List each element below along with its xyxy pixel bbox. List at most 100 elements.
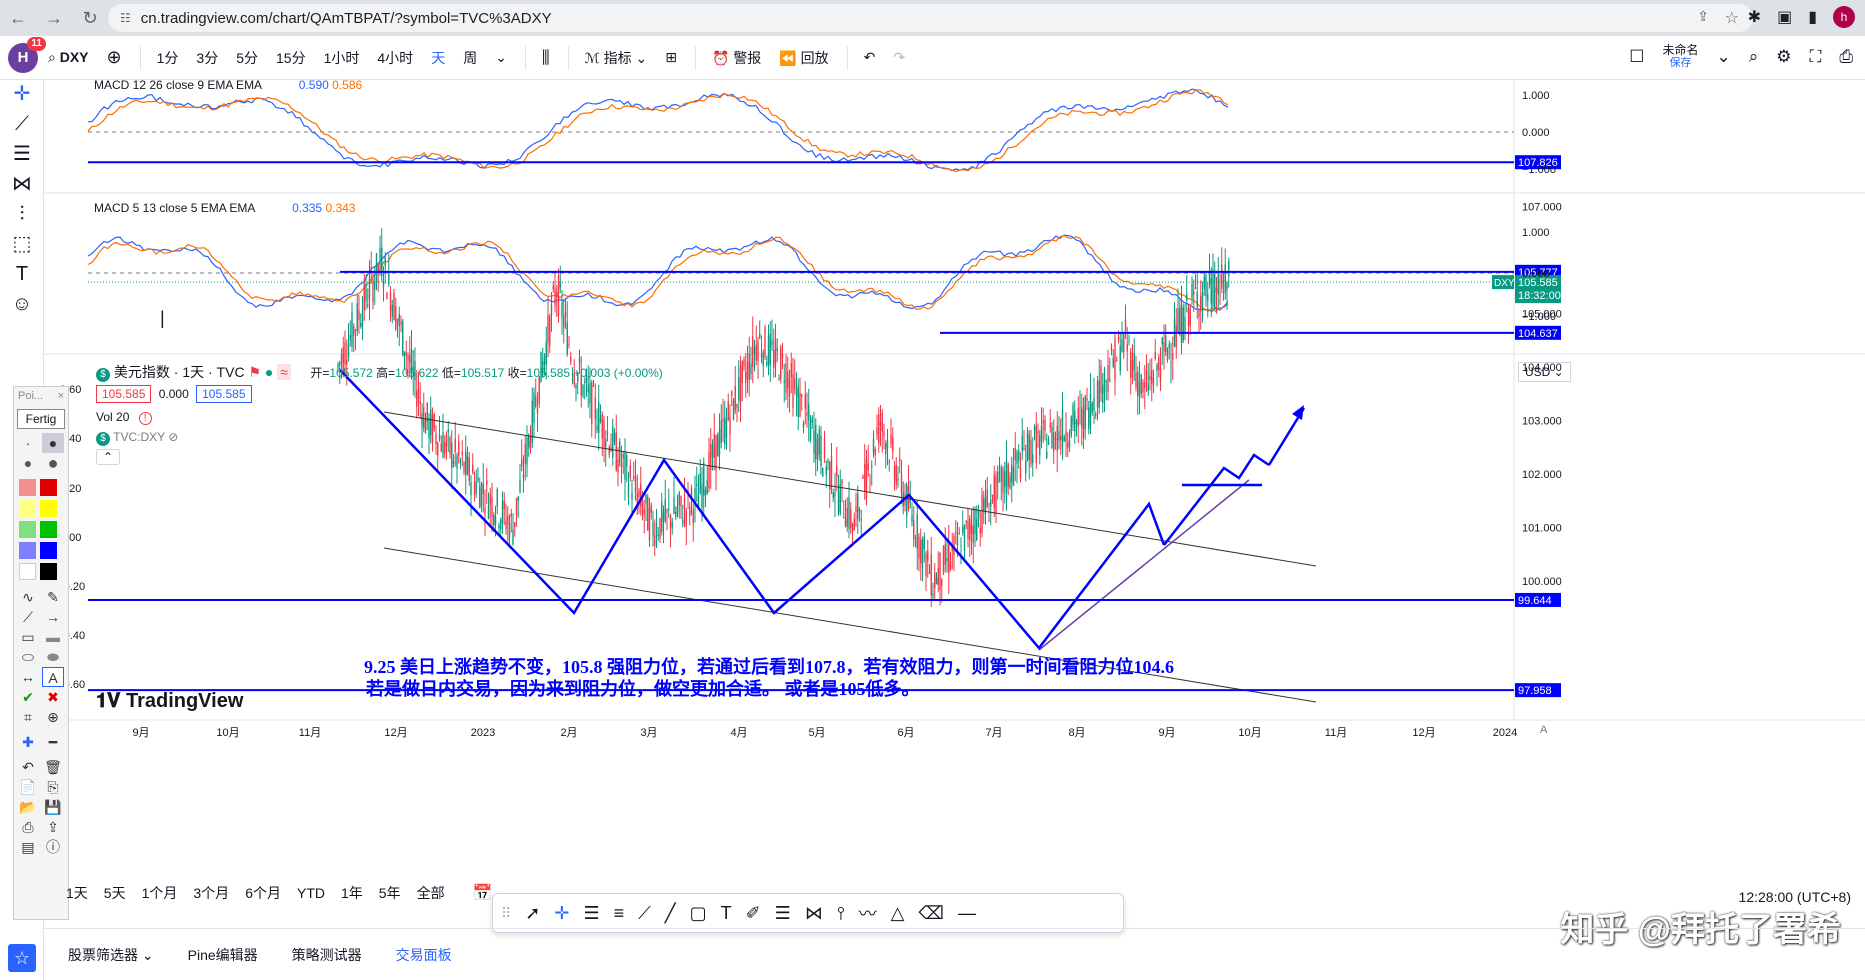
prediction-icon[interactable]: ⫶ xyxy=(8,200,36,228)
brush-icon[interactable]: ✐ xyxy=(746,903,761,924)
rect-icon[interactable]: ▢ xyxy=(690,903,707,924)
pattern-icon[interactable]: ⋈ xyxy=(8,170,36,198)
print-icon[interactable]: ⎙ xyxy=(17,817,39,837)
fib-icon[interactable]: ☰ xyxy=(8,140,36,168)
chart-svg[interactable]: 107.826105.777104.63799.64497.958DXY 105.… xyxy=(44,80,1865,840)
interval-3m[interactable]: 3分 xyxy=(196,48,218,68)
range-5y[interactable]: 5年 xyxy=(379,883,401,903)
text-icon[interactable]: T xyxy=(8,260,36,288)
panel-close-icon[interactable]: × xyxy=(58,390,64,402)
fib-icon[interactable]: ☰ xyxy=(775,903,791,924)
color-swatch-white[interactable] xyxy=(19,563,36,580)
tab-trading-panel[interactable]: 交易面板 xyxy=(396,945,452,965)
hlines-icon[interactable]: ☰ xyxy=(583,903,599,924)
eraser-icon[interactable]: ⌫ xyxy=(919,903,944,924)
trendline-icon[interactable]: ⟋ xyxy=(8,110,36,138)
crop-icon[interactable]: ⌗ xyxy=(17,707,39,727)
pen-icon[interactable]: ✎ xyxy=(42,587,64,607)
warning-icon[interactable]: ! xyxy=(138,412,152,425)
interval-1w[interactable]: 周 xyxy=(463,48,477,68)
dot-small-icon[interactable]: · xyxy=(17,433,39,453)
reload-icon[interactable]: ↻ xyxy=(72,8,108,29)
export-icon[interactable]: ⇪ xyxy=(42,817,64,837)
tab-pine-editor[interactable]: Pine编辑器 xyxy=(188,945,258,965)
layout-toggle-icon[interactable]: ☐ xyxy=(1629,47,1644,67)
cursor-arrow-icon[interactable]: ➚ xyxy=(525,903,540,924)
indicators-button[interactable]: ℳ 指标 ⌄ xyxy=(585,48,648,68)
candle-type-icon[interactable]: ⫼ xyxy=(542,48,550,68)
layout-name-button[interactable]: 未命名 保存 xyxy=(1662,44,1698,70)
dot-xlarge-icon[interactable]: ● xyxy=(42,453,64,473)
color-swatch-lightblue[interactable] xyxy=(19,542,36,559)
tradingview-logo[interactable]: 𝟏𝐕 TradingView xyxy=(96,690,243,713)
double-arrow-icon[interactable]: ↔ xyxy=(17,667,39,687)
copy-icon[interactable]: ⎘ xyxy=(42,777,64,797)
range-all[interactable]: 全部 xyxy=(417,883,445,903)
plus-icon[interactable]: ✚ xyxy=(17,732,39,752)
emoji-icon[interactable]: ☺ xyxy=(8,290,36,318)
save-icon[interactable]: 💾 xyxy=(42,797,64,817)
quick-search-icon[interactable]: ⌕ xyxy=(1749,47,1759,67)
bookmark-icon[interactable]: ▮ xyxy=(1808,7,1817,27)
forward-icon[interactable]: → xyxy=(36,8,72,29)
color-swatch-lightgreen[interactable] xyxy=(19,521,36,538)
redo-icon[interactable]: ↷ xyxy=(893,49,905,66)
ellipse-icon[interactable]: ⬭ xyxy=(17,647,39,667)
alerts-button[interactable]: ⏰ 警报 xyxy=(712,48,761,68)
goto-date-icon[interactable]: 📅 xyxy=(473,883,493,903)
color-swatch-blue[interactable] xyxy=(40,542,57,559)
interval-1d[interactable]: 天 xyxy=(431,48,445,68)
color-swatch-lightyellow[interactable] xyxy=(19,500,36,517)
image-icon[interactable]: ▤ xyxy=(17,837,39,857)
long-position-icon[interactable]: ⫯ xyxy=(837,903,845,924)
eye-hidden-icon[interactable]: ⊘ xyxy=(168,430,178,444)
range-1y[interactable]: 1年 xyxy=(341,883,363,903)
undo-icon[interactable]: ↶ xyxy=(864,49,876,66)
color-swatch-green[interactable] xyxy=(40,521,57,538)
zoom-in-icon[interactable]: ⊕ xyxy=(42,707,64,727)
interval-4h[interactable]: 4小时 xyxy=(377,48,413,68)
range-6m[interactable]: 6个月 xyxy=(245,883,281,903)
cross-icon[interactable]: ✖ xyxy=(42,687,64,707)
color-swatch-black[interactable] xyxy=(40,563,57,580)
currency-selector[interactable]: USD ⌄ xyxy=(1518,362,1571,382)
sidebar-icon[interactable]: ▣ xyxy=(1777,7,1792,27)
share-icon[interactable]: ⇪ xyxy=(1697,8,1709,25)
minus-line-icon[interactable]: — xyxy=(958,903,976,924)
info-icon[interactable]: ⓘ xyxy=(42,837,64,857)
watchlist-star-icon[interactable]: ☆ xyxy=(8,944,36,972)
line-icon[interactable]: ⟋ xyxy=(17,607,39,627)
layout-grid-icon[interactable]: ⊞ xyxy=(665,49,677,66)
back-icon[interactable]: ← xyxy=(0,8,36,29)
color-swatch-lightred[interactable] xyxy=(19,479,36,496)
settings-gear-icon[interactable]: ⚙ xyxy=(1776,47,1791,67)
curve-icon[interactable]: ∿ xyxy=(17,587,39,607)
filled-rectangle-icon[interactable]: ▬ xyxy=(42,627,64,647)
fullscreen-icon[interactable]: ⛶ xyxy=(1809,47,1821,67)
interval-dropdown-icon[interactable]: ⌄ xyxy=(495,49,507,66)
text-tool-icon[interactable]: A xyxy=(42,667,64,687)
collapse-legend-icon[interactable]: ⌃ xyxy=(96,449,121,465)
symbol-title[interactable]: 美元指数 · 1天 · TVC xyxy=(114,364,245,380)
text-icon[interactable]: T xyxy=(721,903,732,924)
site-info-icon[interactable]: ☷ xyxy=(120,11,131,25)
new-doc-icon[interactable]: 📄 xyxy=(17,777,39,797)
buy-button[interactable]: 105.585 xyxy=(196,385,252,403)
layout-dropdown-icon[interactable]: ⌄ xyxy=(1716,47,1730,67)
range-1m[interactable]: 1个月 xyxy=(142,883,178,903)
undo-icon[interactable]: ↶ xyxy=(17,757,39,777)
drag-handle-icon[interactable]: ⠿ xyxy=(501,905,511,922)
symbol-search[interactable]: ⌕ DXY xyxy=(48,49,89,66)
path-icon[interactable]: ⟋ xyxy=(638,903,651,924)
profile-avatar[interactable]: h xyxy=(1833,6,1855,28)
triangle-icon[interactable]: △ xyxy=(891,903,905,924)
sell-button[interactable]: 105.585 xyxy=(96,385,152,403)
auto-scale-button[interactable]: A xyxy=(1540,724,1547,736)
analysis-annotation[interactable]: 9.25 美日上涨趋势不变，105.8 强阻力位，若通过后看到107.8，若有效… xyxy=(364,656,1174,700)
chart-area[interactable]: 107.826 105.777 104.637 99.644 97.958 DXY 105.… xyxy=(44,78,1865,840)
range-3m[interactable]: 3个月 xyxy=(193,883,229,903)
crosshair-icon[interactable]: ✛ xyxy=(8,80,36,108)
color-swatch-red[interactable] xyxy=(40,479,57,496)
channel-icon[interactable]: ≡ xyxy=(614,903,625,924)
crosshair-icon[interactable]: ✛ xyxy=(554,903,569,924)
